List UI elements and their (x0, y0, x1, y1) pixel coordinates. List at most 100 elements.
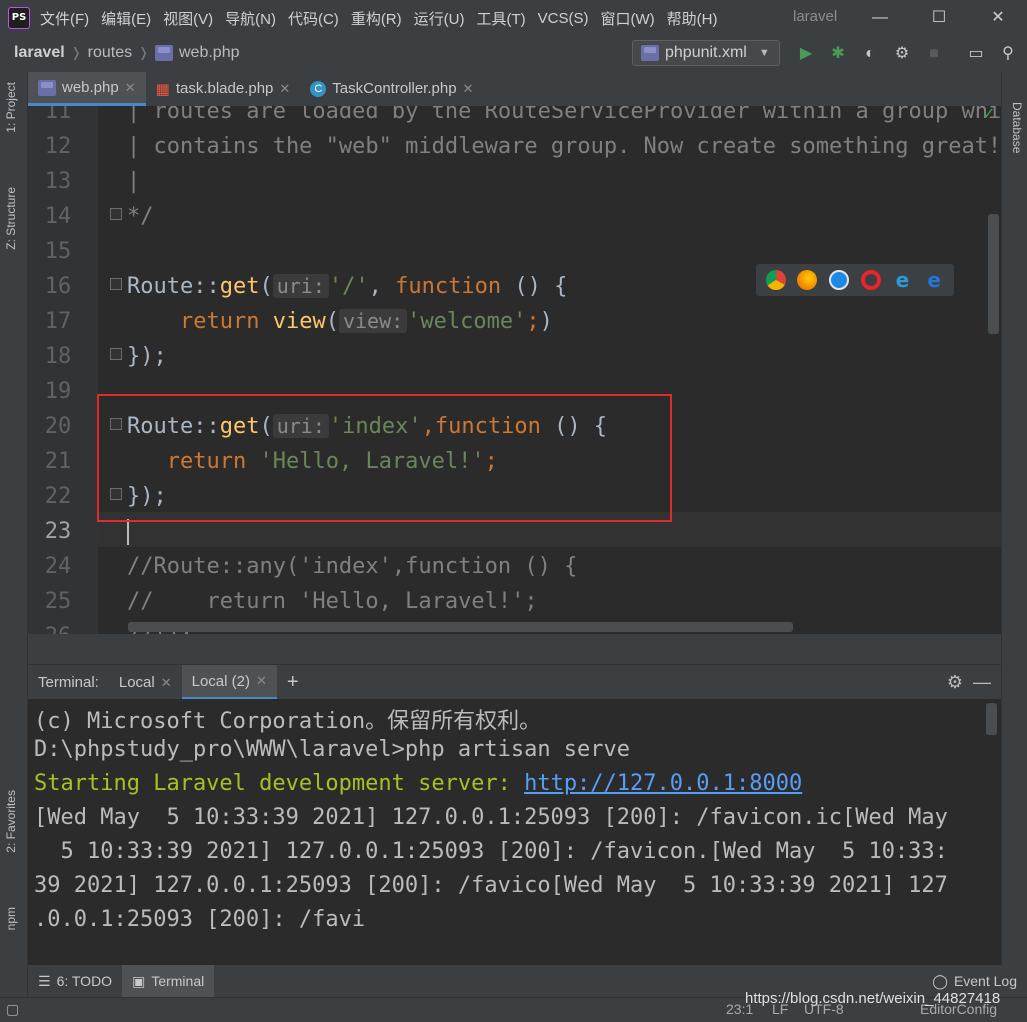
tab-task-blade-php[interactable]: ▦ task.blade.php ✕ (146, 72, 301, 105)
code-editor[interactable]: 11 12 13 14 15 16 17 18 19 20 21 22 23 2… (28, 106, 1001, 634)
fold-marker-icon[interactable] (110, 278, 122, 290)
blade-file-icon: ▦ (155, 80, 170, 98)
terminal-tab-local-2[interactable]: Local (2) ✕ (181, 665, 277, 700)
menu-navigate[interactable]: 导航(N) (219, 8, 282, 29)
terminal-header: Terminal: Local ✕ Local (2) ✕ + ⚙ — (28, 664, 1001, 700)
line-number: 23 (44, 519, 72, 544)
code-line: */ (127, 204, 154, 229)
project-structure-icon[interactable]: ▭ (966, 44, 986, 64)
close-window-button[interactable]: ✕ (974, 0, 1022, 36)
terminal-scrollbar[interactable] (986, 703, 997, 735)
debug-icon[interactable]: ✱ (828, 44, 848, 64)
gear-icon[interactable]: ⚙ (947, 672, 963, 693)
tab-web-php[interactable]: web.php ✕ (28, 72, 146, 106)
terminal-tool-tab[interactable]: ▣ Terminal (122, 965, 215, 997)
tab-label: task.blade.php (175, 80, 274, 97)
line-number: 26 (28, 624, 88, 634)
fold-marker-icon[interactable] (110, 208, 122, 220)
php-icon (641, 45, 659, 61)
chevron-right-icon: ❭ (138, 45, 149, 60)
code-line: }); (127, 344, 167, 369)
line-number: 15 (44, 239, 72, 264)
code-line: Route::get(uri: '/', function () { (127, 274, 568, 299)
edge-icon[interactable]: e (924, 270, 944, 290)
tab-label: Local (118, 674, 155, 691)
add-terminal-button[interactable]: + (277, 665, 309, 700)
php-file-icon (38, 79, 56, 96)
code-line: // return 'Hello, Laravel!'; (127, 589, 538, 614)
line-number: 12 (44, 134, 72, 159)
toggle-tool-windows-icon[interactable]: ▢ (6, 1001, 19, 1018)
breadcrumb: laravel ❭ routes ❭ web.php (14, 44, 240, 62)
todo-tool-tab[interactable]: ☰ 6: TODO (28, 965, 122, 997)
server-url-link[interactable]: http://127.0.0.1:8000 (524, 771, 802, 796)
line-number: 22 (44, 484, 72, 509)
close-icon[interactable]: ✕ (279, 81, 290, 97)
minimize-button[interactable]: — (856, 0, 904, 36)
run-icon[interactable]: ▶ (796, 44, 816, 64)
menu-edit[interactable]: 编辑(E) (95, 8, 157, 29)
breadcrumb-folder[interactable]: routes (88, 44, 132, 62)
window-title: laravel (793, 8, 838, 25)
terminal-line: 39 2021] 127.0.0.1:25093 [200]: /favico[… (34, 873, 948, 898)
phpstorm-logo-icon: PS (8, 7, 30, 29)
npm-tool-tab[interactable]: npm (4, 907, 18, 930)
line-number: 25 (44, 589, 72, 614)
structure-tool-tab[interactable]: Z: Structure (4, 187, 18, 250)
fold-marker-icon[interactable] (110, 348, 122, 360)
list-icon: ☰ (38, 972, 51, 989)
menu-tools[interactable]: 工具(T) (470, 8, 531, 29)
menu-vcs[interactable]: VCS(S) (532, 10, 595, 27)
menu-window[interactable]: 窗口(W) (594, 8, 660, 29)
terminal-line: Starting Laravel development server: htt… (34, 771, 803, 796)
project-tool-tab[interactable]: 1: Project (4, 82, 18, 133)
left-tool-strip: 1: Project Z: Structure 2: Favorites npm (0, 72, 28, 997)
watermark-text: https://blog.csdn.net/weixin_44827418 (745, 990, 1001, 1007)
text-cursor (127, 519, 129, 545)
tab-label: TaskController.php (332, 80, 457, 97)
menu-refactor[interactable]: 重构(R) (345, 8, 408, 29)
breadcrumb-project[interactable]: laravel (14, 44, 65, 62)
terminal-output[interactable]: (c) Microsoft Corporation。保留所有权利。 D:\php… (28, 699, 1001, 965)
line-number: 11 (44, 106, 72, 124)
coverage-icon[interactable]: ◐ (860, 44, 880, 64)
profile-icon[interactable]: ⚙ (892, 44, 912, 64)
maximize-button[interactable]: ☐ (915, 0, 963, 36)
menu-run[interactable]: 运行(U) (408, 8, 471, 29)
breadcrumb-file[interactable]: web.php (179, 44, 240, 62)
run-config-select[interactable]: phpunit.xml ▼ (632, 40, 780, 66)
search-icon[interactable]: ⚲ (998, 44, 1018, 64)
favorites-tool-tab[interactable]: 2: Favorites (4, 790, 18, 853)
annotation-highlight-box (97, 394, 672, 522)
editor-scrollbar[interactable] (988, 214, 999, 334)
code-line: | contains the "web" middleware group. N… (127, 134, 1001, 159)
safari-icon[interactable] (829, 270, 850, 290)
code-line: //Route::any('index',function () { (127, 554, 578, 579)
close-icon[interactable]: ✕ (463, 81, 474, 97)
database-tool-tab[interactable]: Database (1010, 102, 1024, 153)
check-icon: ✓ (982, 106, 996, 123)
menu-code[interactable]: 代码(C) (282, 8, 345, 29)
main-menu: 文件(F) 编辑(E) 视图(V) 导航(N) 代码(C) 重构(R) 运行(U… (34, 0, 723, 36)
menu-help[interactable]: 帮助(H) (661, 8, 724, 29)
code-line: | (127, 169, 141, 194)
chrome-icon[interactable] (765, 270, 786, 290)
code-line: return view(view:'welcome';) (179, 309, 553, 334)
hide-panel-button[interactable]: — (973, 672, 991, 693)
close-icon[interactable]: ✕ (161, 675, 172, 691)
menu-file[interactable]: 文件(F) (34, 8, 95, 29)
stop-icon[interactable]: ■ (924, 44, 944, 64)
firefox-icon[interactable] (797, 270, 818, 290)
event-log-icon: ◯ (932, 972, 948, 989)
menu-view[interactable]: 视图(V) (157, 8, 219, 29)
opera-icon[interactable] (860, 270, 881, 290)
terminal-tab-local[interactable]: Local ✕ (109, 665, 182, 700)
editor-horizontal-scrollbar[interactable] (128, 622, 793, 632)
terminal-line: (c) Microsoft Corporation。保留所有权利。 (34, 709, 542, 734)
line-number: 14 (44, 204, 72, 229)
tab-taskcontroller-php[interactable]: C TaskController.php ✕ (300, 72, 483, 105)
close-icon[interactable]: ✕ (125, 80, 136, 96)
terminal-line: 5 10:33:39 2021] 127.0.0.1:25093 [200]: … (34, 839, 948, 864)
ie-icon[interactable]: e (892, 270, 912, 290)
close-icon[interactable]: ✕ (256, 673, 267, 689)
